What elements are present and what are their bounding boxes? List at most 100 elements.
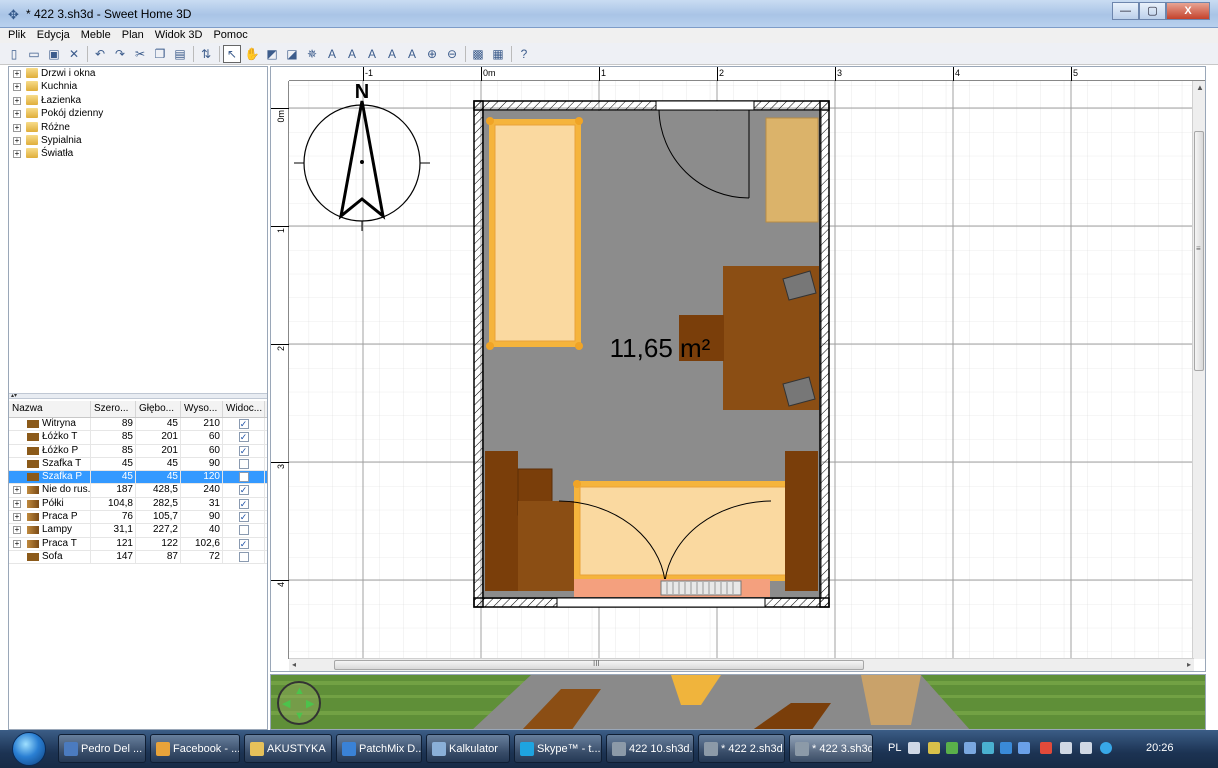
tray-app-icon[interactable] [1100,742,1112,754]
menu-3d-view[interactable]: Widok 3D [147,28,206,43]
pan-mode-icon[interactable]: ✋ [244,46,260,62]
help-icon[interactable]: ? [516,46,532,62]
create-walls-icon[interactable]: ◩ [264,46,280,62]
volume-icon[interactable] [1080,742,1092,754]
table-row[interactable]: Szafka T 45 45 90 [9,457,267,472]
visible-checkbox[interactable]: ✓ [238,445,249,456]
column-header-visible[interactable]: Widoc... [223,401,265,417]
app-icon[interactable]: ✥ [8,7,19,23]
menu-file[interactable]: Plik [0,28,29,43]
visible-checkbox[interactable]: ✓ [238,538,249,549]
room-area-label[interactable]: 11,65 m² [610,333,711,363]
arrow-left-icon[interactable]: ◀ [282,697,290,710]
taskbar-item[interactable]: 422 10.sh3d... [606,734,694,763]
open-file-icon[interactable]: ▭ [26,46,42,62]
panel-splitter[interactable]: ▴▾ [9,393,267,399]
minimize-button[interactable]: — [1112,2,1139,20]
close-button[interactable]: X [1166,2,1210,20]
table-row[interactable]: + Lampy 31,1 227,2 40 [9,524,267,538]
visible-checkbox[interactable]: ✓ [238,419,249,429]
expand-icon[interactable]: + [13,110,21,119]
column-header-height[interactable]: Wyso... [181,401,223,417]
3d-scene[interactable] [271,675,1206,730]
taskbar-item[interactable]: Facebook - ... [150,734,240,763]
new-file-icon[interactable]: ▯ [6,46,22,62]
tray-app-icon[interactable] [928,742,940,754]
add-text-icon[interactable]: A [344,46,360,62]
taskbar-item[interactable]: * 422 3.sh3d... [789,734,873,763]
zoom-in-icon[interactable]: ⊕ [424,46,440,62]
taskbar-item[interactable]: Pedro Del ... [58,734,146,763]
shelf-bottom-right[interactable] [785,451,818,591]
network-icon[interactable] [1060,742,1072,754]
table-row[interactable]: + Nie do rus... 187 428,5 240 ✓ [9,484,267,498]
text-bold-icon[interactable]: A [384,46,400,62]
arrow-down-icon[interactable]: ▼ [294,710,305,722]
maximize-button[interactable]: ▢ [1139,2,1166,20]
table-row[interactable]: Łóżko T 85 201 60 ✓ [9,431,267,445]
horizontal-scroll-thumb[interactable]: III [334,659,864,670]
expand-icon[interactable]: + [13,83,21,92]
visible-checkbox[interactable] [238,472,249,483]
column-header-width[interactable]: Szero... [91,401,136,417]
save-file-icon[interactable]: ▣ [46,46,62,62]
menu-edit[interactable]: Edycja [29,28,73,43]
catalog-category-living-room[interactable]: + Pokój dzienny [9,107,267,120]
catalog-category-doors-windows[interactable]: + Drzwi i okna [9,67,267,80]
taskbar-item[interactable]: * 422 2.sh3d... [698,734,785,763]
tray-app-icon[interactable] [1018,742,1030,754]
taskbar-item[interactable]: Skype™ - t... [514,734,602,763]
create-polylines-icon[interactable]: ✵ [304,46,320,62]
clock[interactable]: 20:26 [1146,734,1174,762]
expand-icon[interactable]: + [13,486,21,495]
start-button[interactable] [12,732,46,766]
action-center-icon[interactable] [1040,742,1052,754]
taskbar-item[interactable]: AKUSTYKA [244,734,332,763]
catalog-category-kitchen[interactable]: + Kuchnia [9,80,267,93]
cut-icon[interactable]: ✂ [132,46,148,62]
visible-checkbox[interactable] [238,458,249,469]
catalog-category-bathroom[interactable]: + Łazienka [9,94,267,107]
tray-app-icon[interactable] [946,742,958,754]
create-video-icon[interactable]: ▦ [490,46,506,62]
language-indicator[interactable]: PL [888,734,901,762]
redo-icon[interactable]: ↷ [112,46,128,62]
table-row[interactable]: + Praca T 121 122 102,6 ✓ [9,537,267,551]
tray-app-icon[interactable] [982,742,994,754]
expand-icon[interactable]: + [13,513,21,522]
visible-checkbox[interactable]: ✓ [238,512,249,523]
tray-app-icon[interactable] [964,742,976,754]
arrow-up-icon[interactable]: ▲ [294,685,305,697]
create-photo-icon[interactable]: ▩ [470,46,486,62]
taskbar-item[interactable]: PatchMix D... [336,734,422,763]
visible-checkbox[interactable]: ✓ [238,485,249,496]
vertical-scroll-thumb[interactable]: ≡ [1194,131,1204,371]
3d-navigation-control[interactable]: ▲ ▼ ◀ ▶ [277,681,321,725]
plan-view[interactable]: -1 0m 1 2 3 4 5 0m 1 2 3 4 N 11,65 m² ▲ … [270,66,1206,672]
cabinet-top-right[interactable] [765,117,819,223]
scroll-right-icon[interactable]: ▸ [1187,660,1191,669]
table-row[interactable]: + Praca P 76 105,7 90 ✓ [9,511,267,525]
scroll-left-icon[interactable]: ◂ [292,660,296,669]
expand-icon[interactable]: + [13,96,21,105]
text-style-icon[interactable]: A [364,46,380,62]
bed-top-left[interactable] [486,117,583,350]
catalog-category-misc[interactable]: + Różne [9,121,267,134]
zoom-out-icon[interactable]: ⊖ [444,46,460,62]
keyboard-icon[interactable] [908,742,920,754]
table-row[interactable]: Witryna 89 45 210 ✓ [9,418,267,432]
expand-icon[interactable]: + [13,136,21,145]
taskbar-item[interactable]: Kalkulator [426,734,510,763]
table-row[interactable]: Sofa 147 87 72 [9,550,267,565]
visible-checkbox[interactable]: ✓ [238,432,249,443]
expand-icon[interactable]: + [13,539,21,548]
add-furniture-icon[interactable]: ⇅ [198,46,214,62]
3d-view[interactable]: ▲ ▼ ◀ ▶ [270,674,1206,730]
preferences-icon[interactable]: ✕ [66,46,82,62]
tray-app-icon[interactable] [1000,742,1012,754]
table-row[interactable]: Łóżko P 85 201 60 ✓ [9,444,267,458]
copy-icon[interactable]: ❐ [152,46,168,62]
menu-plan[interactable]: Plan [114,28,147,43]
arrow-right-icon[interactable]: ▶ [306,697,314,710]
expand-icon[interactable]: + [13,70,21,78]
